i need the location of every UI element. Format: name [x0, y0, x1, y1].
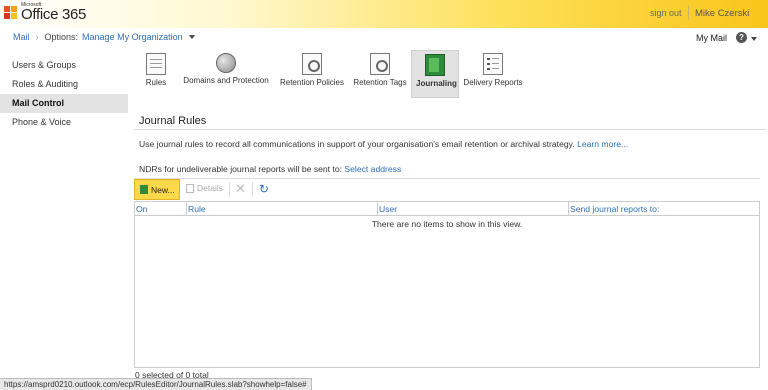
column-header-send-to[interactable]: Send journal reports to:	[569, 202, 759, 215]
description: Use journal rules to record all communic…	[139, 139, 628, 149]
tab-label: Retention Tags	[353, 78, 407, 87]
brand-product-text: Office 365	[21, 6, 87, 23]
toolbar: New... Details ✕ ↻	[134, 178, 760, 200]
help-dropdown-icon[interactable]	[751, 37, 757, 41]
tab-retention-policies[interactable]: Retention Policies	[275, 50, 349, 98]
table-header: On Rule User Send journal reports to:	[135, 202, 759, 216]
left-nav: Users & Groups Roles & Auditing Mail Con…	[0, 56, 128, 132]
tab-label: Retention Policies	[279, 78, 345, 87]
my-mail-link[interactable]: My Mail	[696, 33, 727, 43]
delivery-reports-icon	[483, 53, 503, 75]
delete-icon[interactable]: ✕	[235, 181, 246, 197]
toolbar-separator	[229, 182, 230, 197]
title-divider	[134, 129, 766, 130]
tab-label: Delivery Reports	[463, 78, 523, 87]
options-label: Options:	[44, 32, 79, 42]
header-bar: Microsoft Office 365 sign out Mike Czers…	[0, 0, 768, 28]
breadcrumb-mail-link[interactable]: Mail	[13, 32, 30, 42]
column-header-on[interactable]: On	[135, 202, 187, 215]
breadcrumb: Mail › Options: Manage My Organization	[13, 31, 195, 43]
column-header-user[interactable]: User	[378, 202, 569, 215]
ndr-text: NDRs for undeliverable journal reports w…	[139, 164, 343, 174]
globe-icon	[216, 53, 236, 73]
nav-item-mail-control[interactable]: Mail Control	[0, 94, 128, 113]
nav-item-roles-auditing[interactable]: Roles & Auditing	[0, 75, 128, 94]
journal-book-icon	[425, 54, 445, 76]
tab-label: Journaling	[416, 79, 457, 88]
nav-item-users-groups[interactable]: Users & Groups	[0, 56, 128, 75]
details-icon	[186, 183, 194, 193]
journal-rules-table: On Rule User Send journal reports to: Th…	[134, 201, 760, 368]
status-bar-url: https://amsprd0210.outlook.com/ecp/Rules…	[0, 378, 312, 390]
column-header-rule[interactable]: Rule	[187, 202, 378, 215]
page-title: Journal Rules	[139, 115, 207, 127]
new-button-label: New...	[151, 184, 175, 195]
office-logo-icon	[4, 4, 18, 22]
retention-tags-icon	[370, 53, 390, 75]
ndr-row: NDRs for undeliverable journal reports w…	[139, 164, 401, 174]
tab-domains-protection[interactable]: Domains and Protection	[177, 50, 275, 98]
tab-label: Rules	[145, 78, 167, 87]
nav-item-phone-voice[interactable]: Phone & Voice	[0, 113, 128, 132]
tab-strip: Rules Domains and Protection Retention P…	[135, 50, 527, 98]
tab-delivery-reports[interactable]: Delivery Reports	[459, 50, 527, 98]
retention-policies-icon	[302, 53, 322, 75]
refresh-icon[interactable]: ↻	[259, 181, 269, 197]
new-button[interactable]: New...	[134, 179, 180, 200]
details-button-label: Details	[197, 183, 223, 193]
chevron-down-icon[interactable]	[188, 35, 195, 39]
office-logo[interactable]: Microsoft Office 365	[4, 3, 86, 22]
user-name[interactable]: Mike Czerski	[695, 8, 749, 19]
scope-selector[interactable]: Manage My Organization	[82, 32, 183, 42]
details-button[interactable]: Details	[186, 183, 223, 193]
empty-message: There are no items to show in this view.	[371, 219, 523, 229]
tab-retention-tags[interactable]: Retention Tags	[349, 50, 411, 98]
tab-journaling[interactable]: Journaling	[411, 50, 459, 98]
toolbar-separator	[252, 182, 253, 197]
header-divider	[688, 6, 689, 20]
learn-more-link[interactable]: Learn more...	[577, 139, 628, 149]
description-text: Use journal rules to record all communic…	[139, 139, 575, 149]
rules-icon	[146, 53, 166, 75]
signout-link[interactable]: sign out	[650, 8, 682, 18]
tab-label: Domains and Protection	[183, 76, 269, 85]
new-rule-icon	[140, 185, 148, 194]
help-icon[interactable]: ?	[736, 32, 747, 43]
chevron-right-icon: ›	[35, 32, 39, 42]
tab-rules[interactable]: Rules	[135, 50, 177, 98]
select-address-link[interactable]: Select address	[344, 164, 401, 174]
